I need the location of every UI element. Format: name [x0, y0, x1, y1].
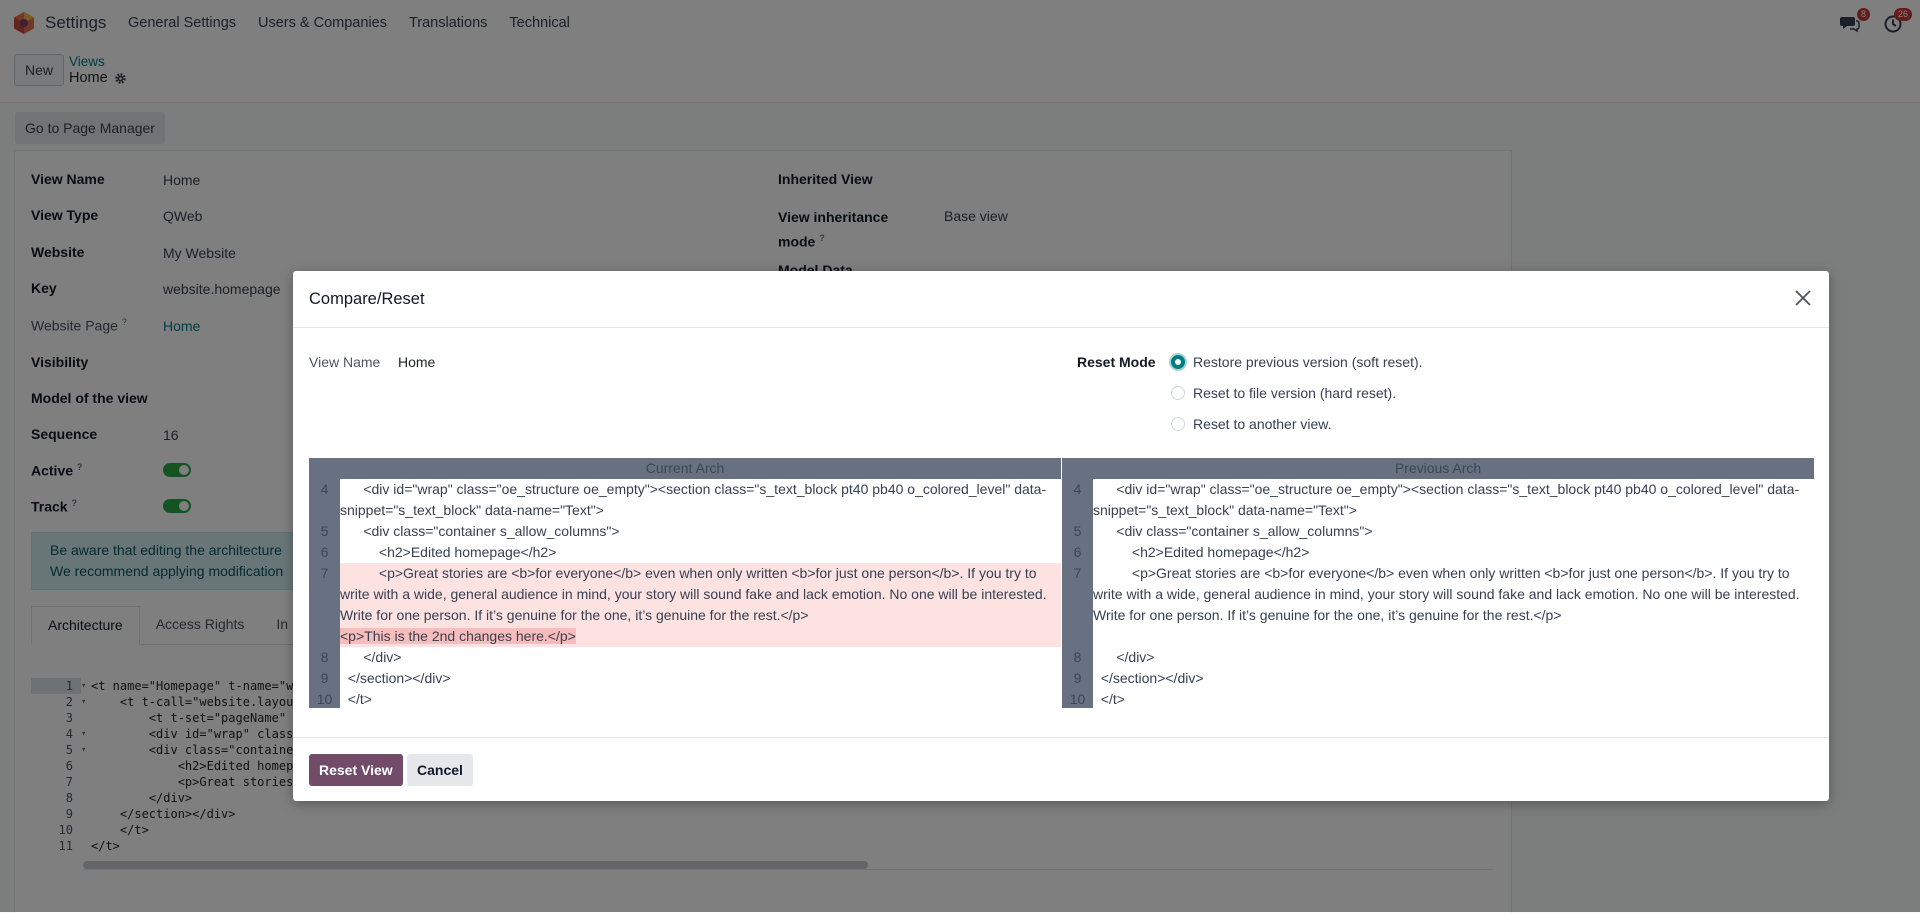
diff-line: <h2>Edited homepage</h2>	[340, 544, 557, 560]
diff-line: <div id="wrap" class="oe_structure oe_em…	[340, 481, 1047, 518]
radio-hard-reset[interactable]	[1171, 386, 1185, 400]
line-number: 6	[320, 544, 329, 560]
dialog-view-name-value: Home	[398, 354, 436, 370]
diff-line: </t>	[1093, 691, 1125, 707]
dialog-title: Compare/Reset	[309, 290, 425, 308]
arch-diff-viewer: Current Arch Previous Arch 4 <div id="wr…	[309, 458, 1814, 708]
diff-line: <p>Great stories are <b>for everyone</b>…	[1093, 565, 1804, 623]
reset-option-hard-label[interactable]: Reset to file version (hard reset).	[1193, 385, 1396, 401]
reset-view-button[interactable]: Reset View	[309, 754, 403, 786]
reset-option-hard[interactable]: Reset to file version (hard reset).	[1171, 385, 1396, 401]
current-arch-column: 4 <div id="wrap" class="oe_structure oe_…	[309, 479, 1061, 708]
diff-line: <h2>Edited homepage</h2>	[1093, 544, 1310, 560]
diff-line: <div class="container s_allow_columns">	[340, 523, 620, 539]
line-number: 4	[320, 481, 329, 497]
line-number: 5	[320, 523, 329, 539]
line-number: 6	[1073, 544, 1082, 560]
diff-line: <div id="wrap" class="oe_structure oe_em…	[1093, 481, 1800, 518]
reset-option-soft-label[interactable]: Restore previous version (soft reset).	[1193, 354, 1423, 370]
line-number: 5	[1073, 523, 1082, 539]
reset-option-other-view[interactable]: Reset to another view.	[1171, 416, 1332, 432]
line-number: 10	[316, 691, 333, 707]
diff-line: </section></div>	[1093, 670, 1204, 686]
dialog-header: Compare/Reset	[293, 271, 1829, 328]
reset-mode-label: Reset Mode	[1077, 354, 1156, 370]
diff-line: </div>	[1093, 649, 1155, 665]
previous-arch-header: Previous Arch	[1062, 458, 1814, 479]
radio-soft-reset[interactable]	[1171, 355, 1185, 369]
dialog-footer: Reset View Cancel	[293, 737, 1829, 802]
line-number: 4	[1073, 481, 1082, 497]
line-number: 9	[1073, 670, 1082, 686]
diff-line: </div>	[340, 649, 402, 665]
line-number: 8	[320, 649, 329, 665]
diff-added-text: <p>This is the 2nd changes here.</p>	[340, 628, 576, 644]
dialog-view-name-label: View Name	[309, 354, 381, 370]
diff-line: </section></div>	[340, 670, 451, 686]
diff-line: <div class="container s_allow_columns">	[1093, 523, 1373, 539]
previous-arch-column: 4 <div id="wrap" class="oe_structure oe_…	[1062, 479, 1814, 708]
line-number: 8	[1073, 649, 1082, 665]
reset-option-other-view-label[interactable]: Reset to another view.	[1193, 416, 1332, 432]
close-icon[interactable]	[1791, 286, 1815, 310]
current-arch-header: Current Arch	[309, 458, 1061, 479]
compare-reset-dialog: Compare/Reset View Name Home Reset Mode …	[293, 271, 1829, 801]
reset-option-soft[interactable]: Restore previous version (soft reset).	[1171, 354, 1423, 370]
line-number: 10	[1069, 691, 1086, 707]
line-number: 7	[320, 565, 329, 581]
diff-line-added-row: <p>This is the 2nd changes here.</p>	[340, 626, 1061, 647]
radio-other-view[interactable]	[1171, 417, 1185, 431]
line-number: 7	[1073, 565, 1082, 581]
diff-line-changed: <p>Great stories are <b>for everyone</b>…	[340, 563, 1061, 626]
cancel-button[interactable]: Cancel	[407, 754, 473, 786]
diff-line: </t>	[340, 691, 372, 707]
line-number: 9	[320, 670, 329, 686]
